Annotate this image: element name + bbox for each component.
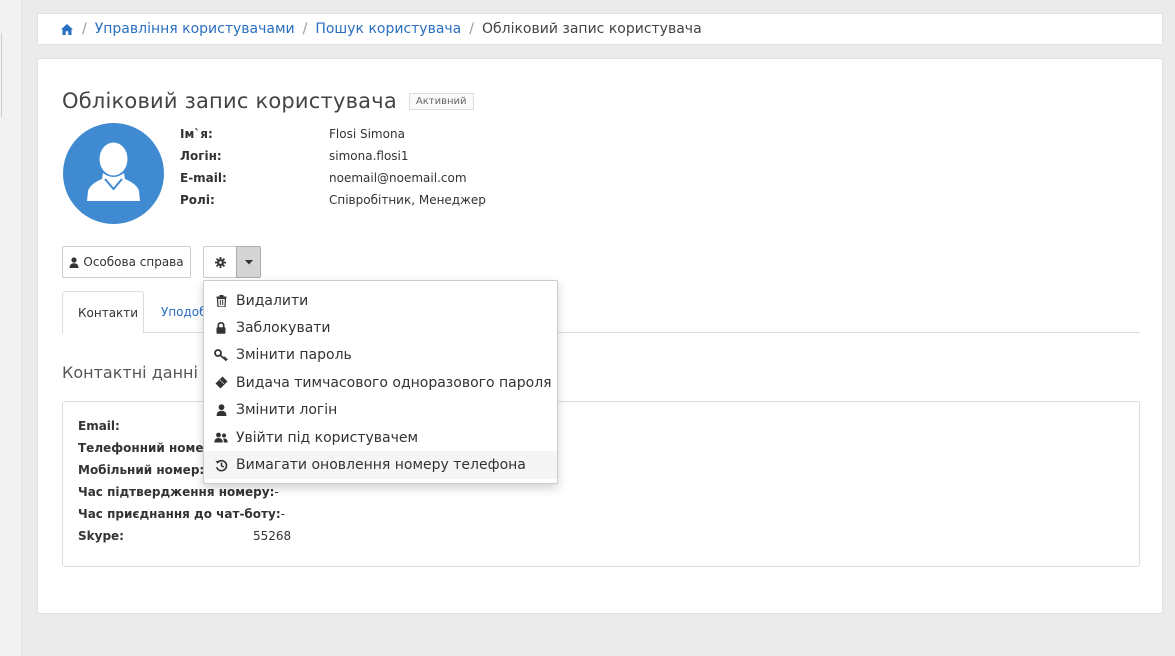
contact-confirm-time-value: - — [274, 485, 279, 499]
ticket-icon — [214, 376, 228, 390]
contact-skype-label: Skype: — [78, 529, 124, 543]
email-label: E-mail: — [180, 171, 227, 185]
user-info: Ім`я: Flosi Simona Логін: simona.flosi1 … — [180, 123, 486, 211]
roles-label: Ролі: — [180, 193, 215, 207]
breadcrumb-current: Обліковий запис користувача — [481, 21, 702, 37]
page-title: Обліковий запис користувача — [62, 89, 397, 113]
user-icon — [214, 403, 228, 417]
contact-chatbot-time-label: Час приєднання до чат-боту: — [78, 507, 281, 521]
menu-item-delete[interactable]: Видалити — [204, 287, 557, 314]
settings-button[interactable] — [203, 246, 237, 278]
name-label: Ім`я: — [180, 127, 213, 141]
user-info-row: Ролі: Співробітник, Менеджер — [180, 189, 486, 211]
home-icon[interactable] — [60, 23, 74, 36]
title-row: Обліковий запис користувача Активний — [62, 89, 474, 113]
user-info-row: Логін: simona.flosi1 — [180, 145, 486, 167]
tab-contacts[interactable]: Контакти — [62, 291, 144, 334]
contact-confirm-time-label: Час підтвердження номеру: — [78, 485, 275, 499]
contact-row: Час приєднання до чат-боту: - — [63, 503, 1139, 525]
menu-item-label: Вимагати оновлення номеру телефона — [236, 457, 526, 474]
personal-file-button[interactable]: Особова справа — [62, 246, 191, 278]
breadcrumb-separator: / — [302, 21, 308, 37]
name-value: Flosi Simona — [329, 127, 405, 141]
menu-item-change-password[interactable]: Змінити пароль — [204, 342, 557, 369]
user-avatar-icon — [63, 123, 164, 224]
contacts-section-header: Контактні данні — [62, 363, 223, 382]
caret-down-icon — [244, 259, 253, 264]
user-info-row: Ім`я: Flosi Simona — [180, 123, 486, 145]
menu-item-label: Видача тимчасового одноразового пароля — [236, 374, 552, 391]
user-icon — [69, 256, 79, 268]
contact-chatbot-time-value: - — [280, 507, 285, 521]
login-value: simona.flosi1 — [329, 149, 409, 163]
contact-row: Час підтвердження номеру: - — [63, 481, 1139, 503]
breadcrumb: / Управління користувачами / Пошук корис… — [37, 13, 1163, 45]
users-icon — [214, 431, 228, 445]
user-info-row: E-mail: noemail@noemail.com — [180, 167, 486, 189]
menu-item-label: Змінити пароль — [236, 347, 352, 364]
trash-icon — [214, 294, 228, 308]
settings-dropdown-menu: Видалити Заблокувати Змінити пароль Вида… — [203, 280, 558, 484]
login-label: Логін: — [180, 149, 222, 163]
menu-item-label: Видалити — [236, 292, 309, 309]
menu-item-block[interactable]: Заблокувати — [204, 314, 557, 341]
left-sidebar-strip — [0, 0, 22, 656]
breadcrumb-user-management-link[interactable]: Управління користувачами — [95, 21, 295, 37]
email-value: noemail@noemail.com — [329, 171, 467, 185]
contact-row: Skype: 55268 — [63, 525, 1139, 547]
menu-item-change-login[interactable]: Змінити логін — [204, 397, 557, 424]
menu-item-login-as-user[interactable]: Увійти під користувачем — [204, 424, 557, 451]
history-icon — [214, 458, 228, 472]
breadcrumb-user-search-link[interactable]: Пошук користувача — [315, 21, 461, 37]
status-badge: Активний — [408, 92, 474, 110]
menu-item-label: Заблокувати — [236, 320, 331, 337]
breadcrumb-separator: / — [469, 21, 474, 37]
key-icon — [214, 348, 228, 362]
menu-item-label: Увійти під користувачем — [236, 429, 419, 446]
roles-value: Співробітник, Менеджер — [329, 193, 486, 207]
settings-dropdown-toggle[interactable] — [236, 246, 261, 278]
personal-file-label: Особова справа — [83, 255, 184, 269]
contact-skype-value: 55268 — [253, 529, 292, 543]
lock-icon — [214, 321, 228, 335]
contacts-section-title: Контактні данні — [62, 363, 198, 382]
menu-item-label: Змінити логін — [236, 402, 338, 419]
gear-icon — [214, 256, 226, 268]
menu-item-temporary-password[interactable]: Видача тимчасового одноразового пароля — [204, 369, 557, 396]
breadcrumb-separator: / — [82, 21, 87, 37]
sidebar-edge — [0, 33, 2, 117]
menu-item-require-phone-update[interactable]: Вимагати оновлення номеру телефона — [204, 451, 557, 479]
